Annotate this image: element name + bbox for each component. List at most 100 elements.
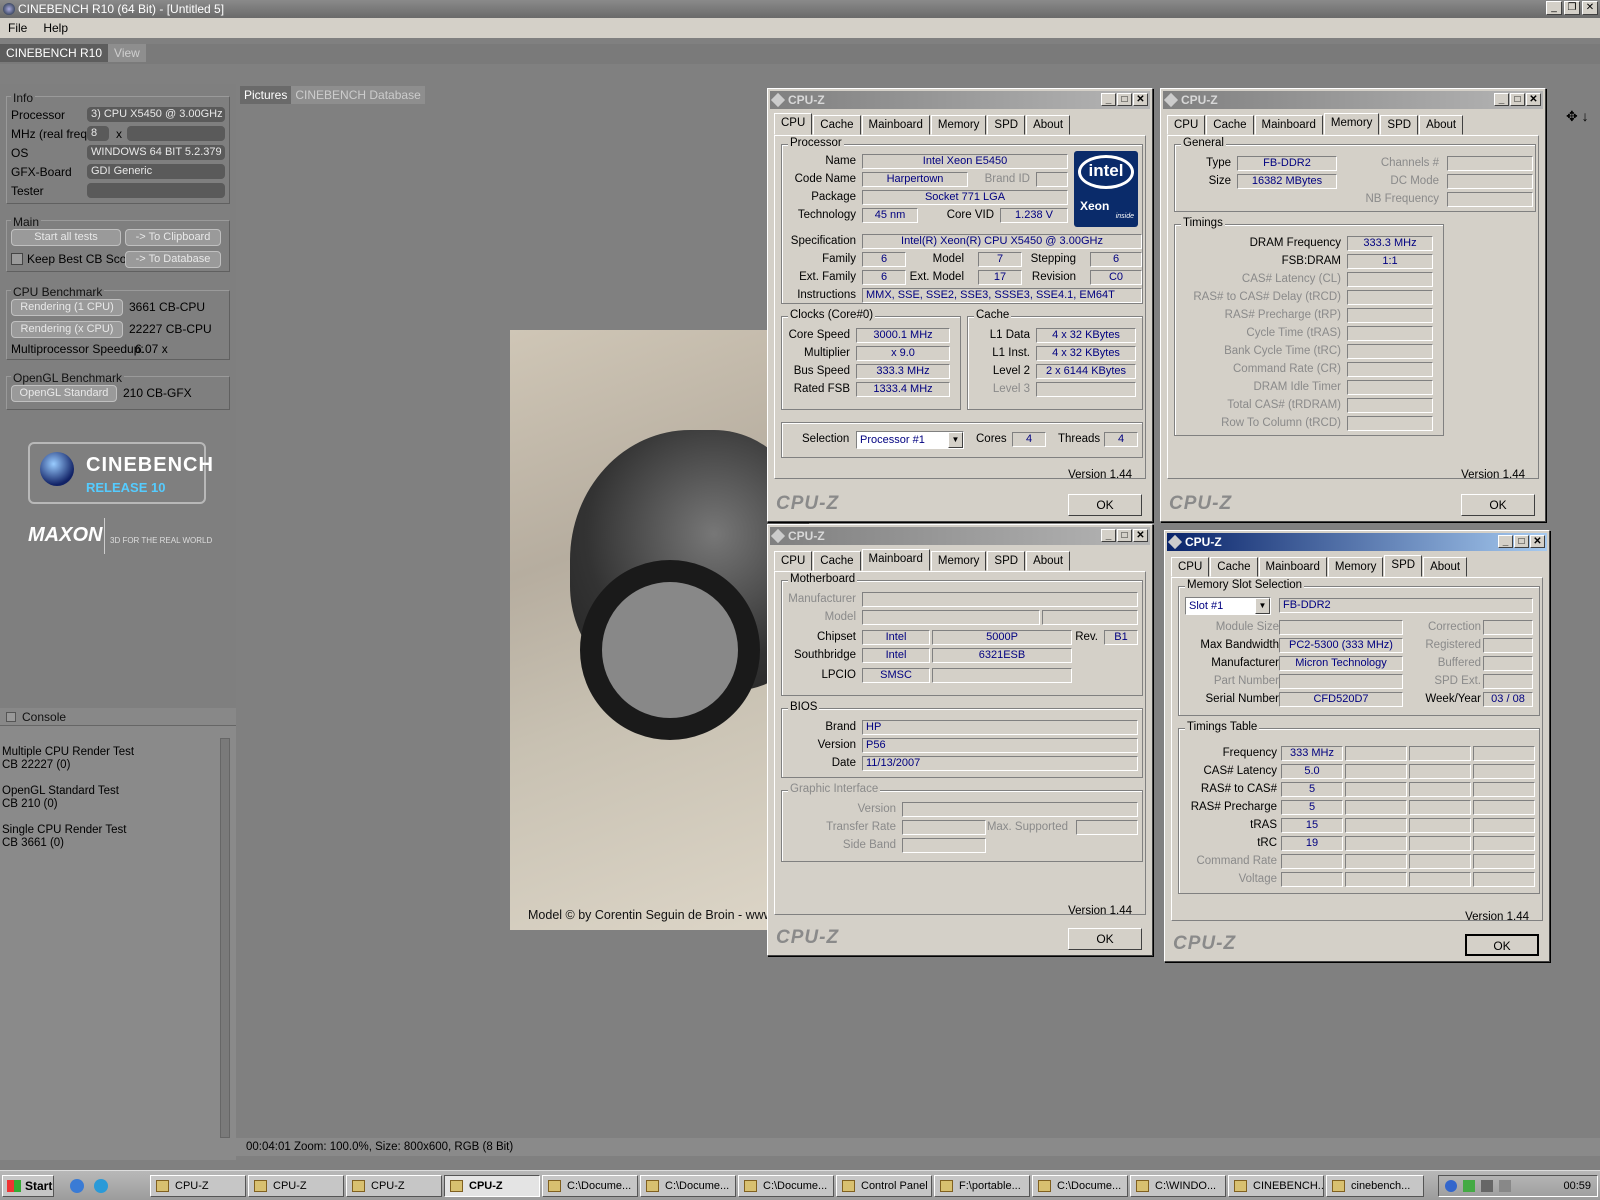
- to-database-button[interactable]: -> To Database: [125, 251, 221, 268]
- minimize-button[interactable]: _: [1494, 93, 1509, 106]
- menu-help[interactable]: Help: [43, 21, 68, 35]
- tab-about[interactable]: About: [1423, 557, 1468, 577]
- console-line: Multiple CPU Render Test: [2, 746, 135, 758]
- window-icon: [1136, 1180, 1149, 1192]
- maximize-button[interactable]: □: [1117, 529, 1132, 542]
- speaker-tray-icon[interactable]: [1499, 1180, 1511, 1192]
- tab-mainboard[interactable]: Mainboard: [1258, 557, 1327, 577]
- tab-memory[interactable]: Memory: [930, 115, 987, 135]
- tab-view[interactable]: View: [108, 44, 146, 62]
- tab-cpu[interactable]: CPU: [1171, 557, 1210, 577]
- taskbar-item-label: C:\Docume...: [763, 1180, 828, 1192]
- start-all-tests-button[interactable]: Start all tests: [11, 229, 121, 246]
- tab-about[interactable]: About: [1026, 551, 1071, 571]
- minimize-button[interactable]: _: [1546, 1, 1562, 15]
- console-toggle-icon[interactable]: [6, 712, 16, 722]
- tab-cinebench-database[interactable]: CINEBENCH Database: [291, 86, 425, 104]
- app-title: CINEBENCH R10 (64 Bit) - [Untitled 5]: [18, 2, 225, 16]
- maximize-button[interactable]: □: [1514, 535, 1529, 548]
- taskbar-item[interactable]: CPU-Z: [444, 1175, 540, 1197]
- quicklaunch-ie-icon[interactable]: [94, 1179, 108, 1193]
- tab-memory[interactable]: Memory: [930, 551, 987, 571]
- maxon-logo: MAXON: [28, 524, 103, 546]
- close-button[interactable]: ✕: [1526, 93, 1541, 106]
- maximize-button[interactable]: □: [1117, 93, 1132, 106]
- taskbar-item[interactable]: cinebench...: [1326, 1175, 1424, 1197]
- processor-select[interactable]: Processor #1 ▼: [856, 431, 964, 449]
- render-xcpu-button[interactable]: Rendering (x CPU): [11, 321, 123, 338]
- minimize-button[interactable]: _: [1101, 93, 1116, 106]
- tab-spd[interactable]: SPD: [987, 115, 1026, 135]
- start-button[interactable]: Start: [2, 1175, 54, 1197]
- minimize-button[interactable]: _: [1498, 535, 1513, 548]
- taskbar-item-label: F:\portable...: [959, 1180, 1021, 1192]
- tab-mainboard[interactable]: Mainboard: [861, 115, 930, 135]
- taskbar-item[interactable]: Control Panel: [836, 1175, 932, 1197]
- move-icon[interactable]: ✥ ↓: [1566, 108, 1589, 125]
- tab-cpu[interactable]: CPU: [774, 113, 813, 135]
- quicklaunch-desktop-icon[interactable]: [70, 1179, 84, 1193]
- close-button[interactable]: ✕: [1530, 535, 1545, 548]
- menu-file[interactable]: File: [8, 21, 27, 35]
- taskbar-item[interactable]: C:\Docume...: [1032, 1175, 1128, 1197]
- tab-cpu[interactable]: CPU: [1167, 115, 1206, 135]
- tab-memory[interactable]: Memory: [1323, 113, 1380, 135]
- tt-extra-cell: [1473, 854, 1535, 869]
- help-tray-icon[interactable]: [1445, 1180, 1457, 1192]
- tt-extra-cell: [1409, 854, 1471, 869]
- taskbar-item[interactable]: CPU-Z: [346, 1175, 442, 1197]
- taskbar-item[interactable]: C:\Docume...: [640, 1175, 736, 1197]
- taskbar-item[interactable]: C:\WINDO...: [1130, 1175, 1226, 1197]
- maximize-button[interactable]: ❐: [1564, 1, 1580, 15]
- tab-spd[interactable]: SPD: [1380, 115, 1419, 135]
- taskbar-item[interactable]: CINEBENCH...: [1228, 1175, 1324, 1197]
- ok-button[interactable]: OK: [1068, 494, 1142, 516]
- close-button[interactable]: ✕: [1133, 529, 1148, 542]
- console-line: CB 3661 (0): [2, 837, 65, 849]
- taskbar-item[interactable]: CPU-Z: [150, 1175, 246, 1197]
- cpuz-tray-icon[interactable]: [1481, 1180, 1493, 1192]
- tab-about[interactable]: About: [1419, 115, 1464, 135]
- tab-cinebench[interactable]: CINEBENCH R10: [0, 44, 109, 62]
- maximize-button[interactable]: □: [1510, 93, 1525, 106]
- taskbar-item[interactable]: C:\Docume...: [542, 1175, 638, 1197]
- tab-about[interactable]: About: [1026, 115, 1071, 135]
- tab-spd[interactable]: SPD: [987, 551, 1026, 571]
- level3-label: Level 3: [992, 383, 1030, 395]
- manufacturer-label: Manufacturer: [788, 593, 856, 605]
- slot-select[interactable]: Slot #1 ▼: [1185, 597, 1271, 615]
- console-scrollbar[interactable]: [220, 738, 230, 1138]
- close-button[interactable]: ✕: [1582, 1, 1598, 15]
- tab-cache[interactable]: Cache: [1210, 557, 1258, 577]
- tab-memory[interactable]: Memory: [1327, 557, 1384, 577]
- tester-value[interactable]: [87, 183, 225, 198]
- window-icon: [1332, 1180, 1345, 1192]
- close-button[interactable]: ✕: [1133, 93, 1148, 106]
- to-clipboard-button[interactable]: -> To Clipboard: [125, 229, 221, 246]
- tab-mainboard[interactable]: Mainboard: [1254, 115, 1323, 135]
- tab-cache[interactable]: Cache: [813, 551, 861, 571]
- dc-mode-value: [1447, 174, 1533, 189]
- tab-cpu[interactable]: CPU: [774, 551, 813, 571]
- ok-button[interactable]: OK: [1465, 934, 1539, 956]
- keep-best-checkbox[interactable]: [11, 253, 23, 265]
- tab-mainboard[interactable]: Mainboard: [861, 549, 930, 571]
- tab-cache[interactable]: Cache: [813, 115, 861, 135]
- code-name-label: Code Name: [794, 173, 856, 185]
- ok-button[interactable]: OK: [1068, 928, 1142, 950]
- total-cas-value: [1347, 398, 1433, 413]
- taskbar-item[interactable]: C:\Docume...: [738, 1175, 834, 1197]
- render-1cpu-button[interactable]: Rendering (1 CPU): [11, 299, 123, 316]
- tab-spd[interactable]: SPD: [1384, 555, 1423, 577]
- tab-pictures[interactable]: Pictures: [240, 86, 292, 104]
- taskbar-item[interactable]: CPU-Z: [248, 1175, 344, 1197]
- network-tray-icon[interactable]: [1463, 1180, 1475, 1192]
- taskbar-item[interactable]: F:\portable...: [934, 1175, 1030, 1197]
- tt-extra-cell: [1409, 800, 1471, 815]
- opengl-standard-button[interactable]: OpenGL Standard: [11, 385, 117, 402]
- lpcio-value: SMSC: [862, 668, 930, 683]
- fsb-dram-label: FSB:DRAM: [1281, 255, 1341, 267]
- minimize-button[interactable]: _: [1101, 529, 1116, 542]
- ok-button[interactable]: OK: [1461, 494, 1535, 516]
- tab-cache[interactable]: Cache: [1206, 115, 1254, 135]
